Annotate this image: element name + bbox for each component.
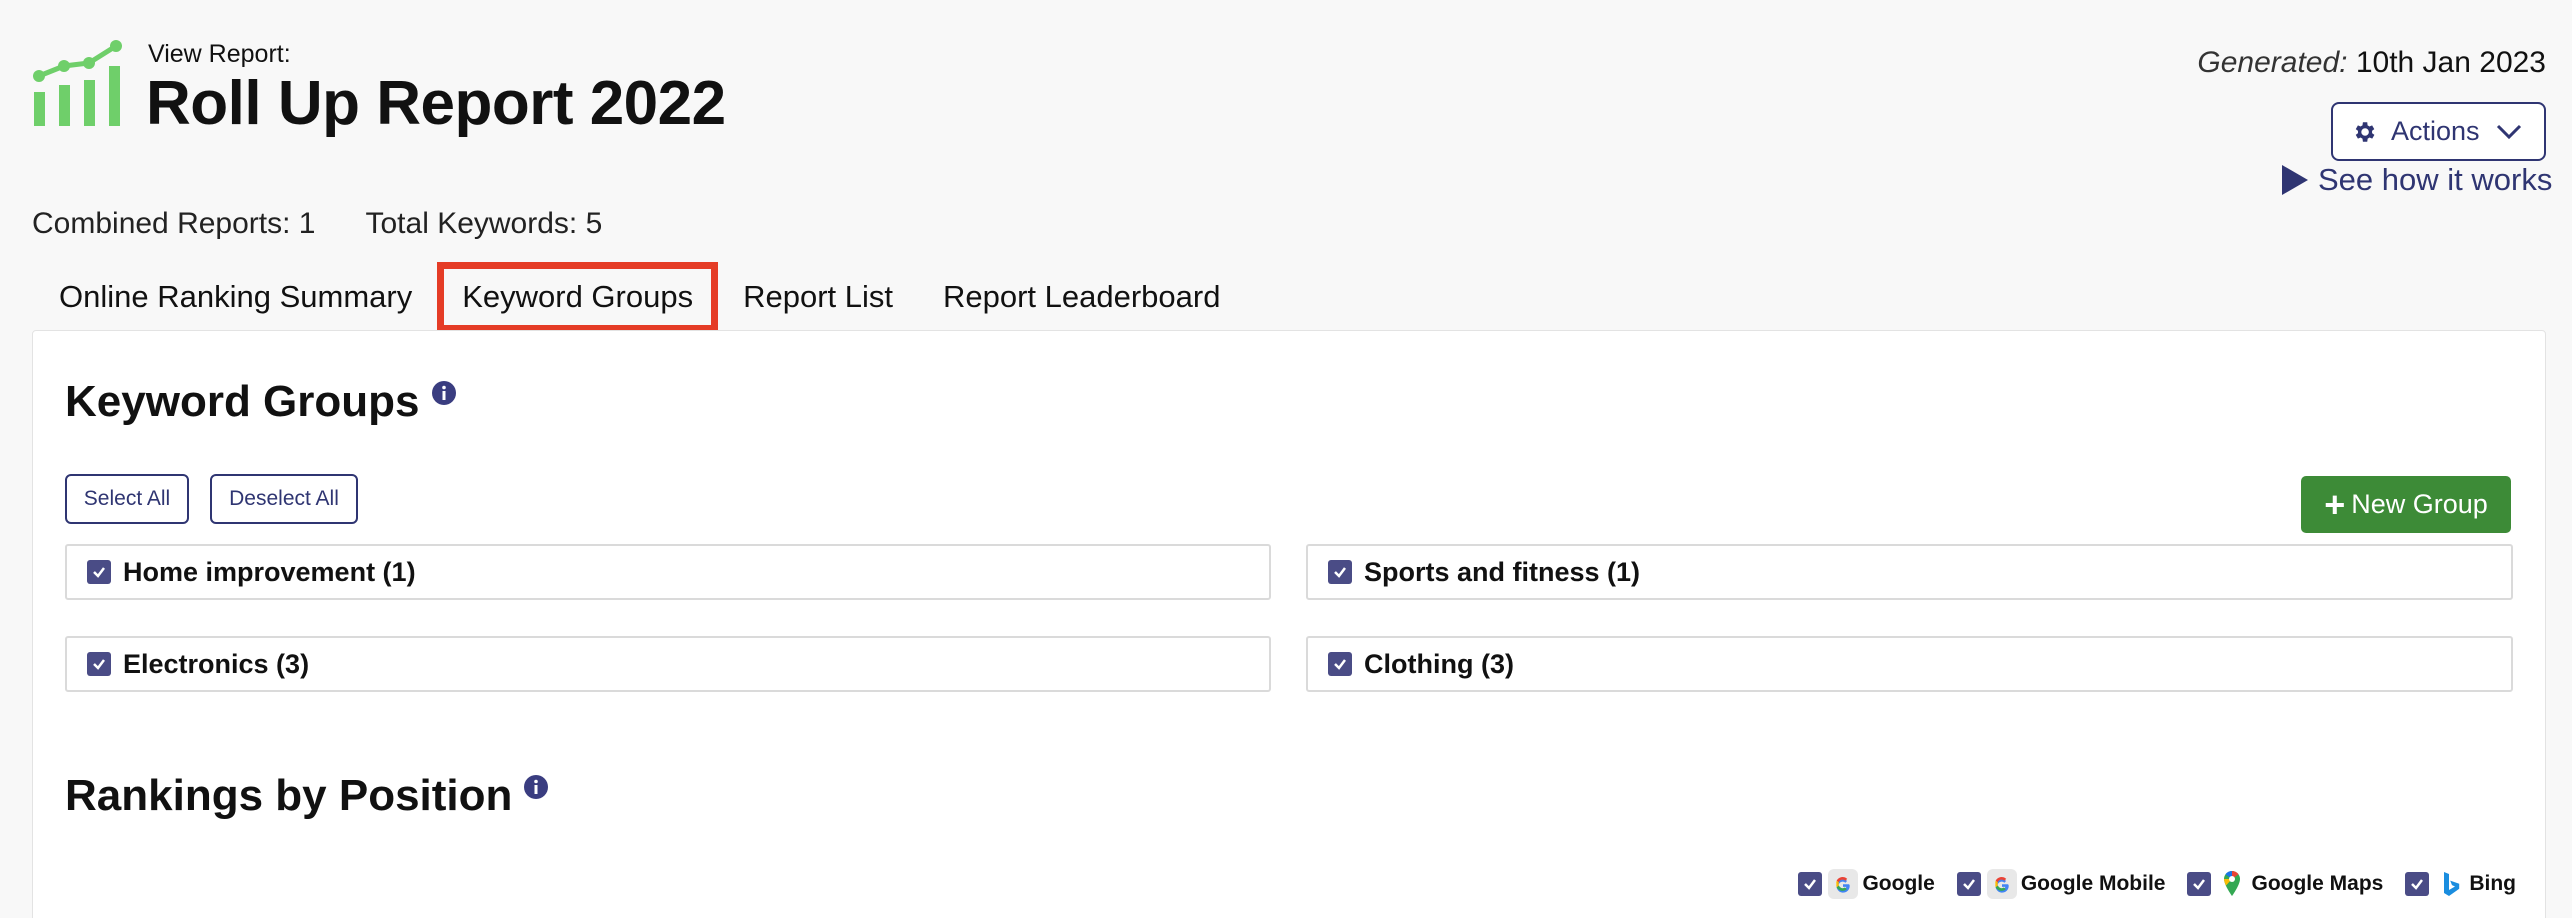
engine-checkbox[interactable] bbox=[2405, 872, 2430, 896]
search-engine-filters: Google Google Mobile Google Maps Bing bbox=[1776, 868, 2516, 900]
engine-label: Bing bbox=[2469, 872, 2516, 895]
keyword-group-clothing[interactable]: Clothing (3) bbox=[1306, 636, 2513, 692]
deselect-all-button[interactable]: Deselect All bbox=[210, 474, 358, 524]
actions-label: Actions bbox=[2391, 116, 2480, 146]
combined-reports-count: Combined Reports: 1 bbox=[32, 207, 316, 240]
report-stats: Combined Reports: 1 Total Keywords: 5 bbox=[32, 207, 602, 241]
group-label: Electronics (3) bbox=[123, 648, 310, 679]
group-checkbox[interactable] bbox=[87, 560, 111, 584]
engine-filter-google-mobile[interactable]: Google Mobile bbox=[1956, 869, 2166, 899]
generated-label: Generated: bbox=[2197, 46, 2348, 79]
keyword-group-sports-and-fitness[interactable]: Sports and fitness (1) bbox=[1306, 544, 2513, 600]
play-icon bbox=[2282, 165, 2308, 195]
see-how-label: See how it works bbox=[2318, 162, 2553, 197]
engine-checkbox[interactable] bbox=[2187, 872, 2212, 896]
info-icon[interactable] bbox=[431, 381, 456, 405]
group-checkbox[interactable] bbox=[1328, 560, 1352, 584]
keyword-group-home-improvement[interactable]: Home improvement (1) bbox=[65, 544, 1271, 600]
group-label: Sports and fitness (1) bbox=[1364, 556, 1641, 587]
rankings-title: Rankings by Position bbox=[65, 771, 513, 820]
new-group-button[interactable]: + New Group bbox=[2301, 476, 2511, 533]
engine-filter-google[interactable]: Google bbox=[1798, 869, 1935, 899]
engine-label: Google Mobile bbox=[2020, 872, 2166, 895]
map-pin-icon bbox=[2224, 870, 2241, 896]
generated-value: 10th Jan 2023 bbox=[2355, 46, 2546, 79]
report-tabs: Online Ranking Summary Keyword Groups Re… bbox=[34, 262, 1245, 332]
google-icon bbox=[1828, 869, 1859, 899]
keyword-groups-heading: Keyword Groups bbox=[65, 377, 456, 427]
tab-online-ranking-summary[interactable]: Online Ranking Summary bbox=[34, 262, 437, 332]
keyword-group-electronics[interactable]: Electronics (3) bbox=[65, 636, 1271, 692]
rankings-by-position-heading: Rankings by Position bbox=[65, 771, 549, 821]
actions-dropdown-button[interactable]: Actions bbox=[2331, 102, 2546, 161]
chevron-down-icon bbox=[2496, 124, 2521, 139]
engine-label: Google Maps bbox=[2251, 872, 2384, 895]
keyword-groups-title: Keyword Groups bbox=[65, 377, 420, 426]
group-checkbox[interactable] bbox=[1328, 652, 1352, 676]
tab-report-leaderboard[interactable]: Report Leaderboard bbox=[918, 262, 1245, 332]
page-title: Roll Up Report 2022 bbox=[146, 69, 726, 138]
engine-checkbox[interactable] bbox=[1956, 872, 1981, 896]
gear-icon bbox=[2355, 121, 2375, 142]
group-label: Home improvement (1) bbox=[123, 556, 416, 587]
engine-filter-google-maps[interactable]: Google Maps bbox=[2187, 869, 2383, 899]
info-icon[interactable] bbox=[524, 775, 549, 799]
group-checkbox[interactable] bbox=[87, 652, 111, 676]
view-report-label: View Report: bbox=[148, 40, 291, 68]
select-all-button[interactable]: Select All bbox=[65, 474, 189, 524]
google-icon bbox=[1986, 869, 2017, 899]
report-chart-logo-icon bbox=[33, 40, 122, 126]
plus-icon: + bbox=[2324, 483, 2346, 525]
engine-checkbox[interactable] bbox=[1798, 872, 1823, 896]
see-how-it-works-link[interactable]: See how it works bbox=[2282, 162, 2552, 198]
engine-filter-bing[interactable]: Bing bbox=[2405, 869, 2516, 899]
bing-icon bbox=[2444, 872, 2460, 896]
group-label: Clothing (3) bbox=[1364, 648, 1514, 679]
tab-keyword-groups[interactable]: Keyword Groups bbox=[437, 262, 719, 332]
generated-date: Generated: 10th Jan 2023 bbox=[2197, 46, 2546, 80]
total-keywords-count: Total Keywords: 5 bbox=[365, 207, 603, 240]
engine-label: Google bbox=[1862, 872, 1935, 895]
new-group-label: New Group bbox=[2351, 489, 2488, 519]
tab-report-list[interactable]: Report List bbox=[718, 262, 918, 332]
